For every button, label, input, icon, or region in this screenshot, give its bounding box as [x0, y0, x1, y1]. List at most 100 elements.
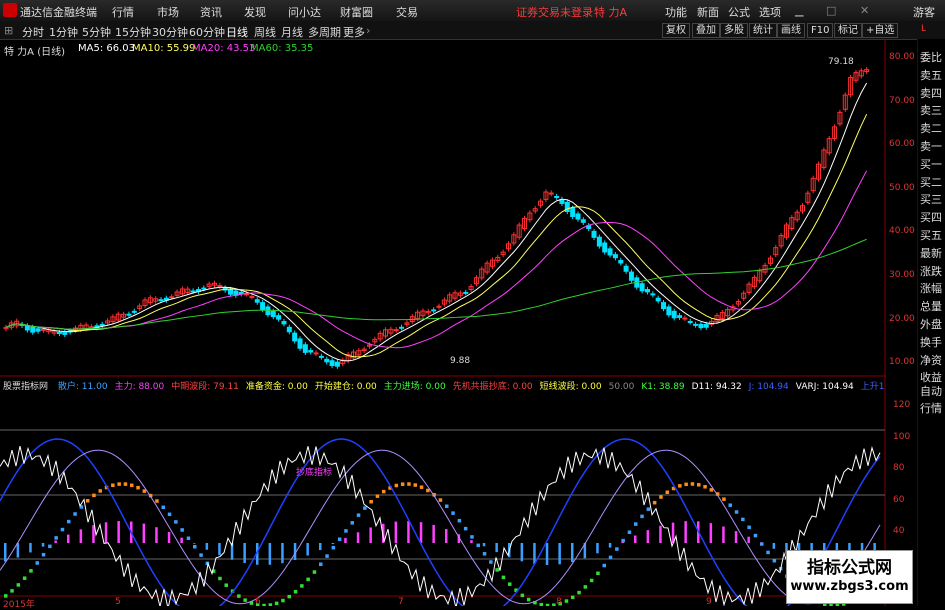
quote-field-label[interactable]: 卖二 — [920, 122, 944, 135]
quote-field-label[interactable]: 涨跌 — [920, 265, 944, 278]
quote-field-label[interactable]: 买二 — [920, 176, 944, 189]
candle-body — [571, 208, 575, 216]
guest-label[interactable]: 游客 — [913, 4, 935, 20]
indicator-dot — [741, 518, 745, 522]
quote-field-label[interactable]: 买一 — [920, 158, 944, 171]
period-5min[interactable]: 5分钟 — [82, 24, 111, 40]
indicator-dot — [628, 530, 632, 534]
auto-quote-toggle[interactable]: 行情 — [920, 402, 944, 415]
btn-biaoji[interactable]: 标记 — [834, 23, 862, 38]
btn-huaxian[interactable]: 画线 — [777, 23, 805, 38]
indicator-dot — [684, 483, 688, 487]
candle-body — [261, 303, 265, 310]
candle-body — [36, 329, 40, 331]
btn-diejia[interactable]: 叠加 — [692, 23, 720, 38]
quote-field-label[interactable]: 收益 — [920, 371, 944, 384]
menu-gongneng[interactable]: 功能 — [665, 4, 687, 20]
quote-field-label[interactable]: 卖五 — [920, 69, 944, 82]
indicator-bar — [470, 540, 473, 543]
period-multi[interactable]: 多周期 — [308, 24, 341, 40]
date-tick-label: 8 — [556, 597, 562, 607]
period-more[interactable]: 更多 — [343, 24, 365, 40]
menu-shichang[interactable]: 市场 — [157, 4, 179, 20]
candle-body — [271, 311, 275, 316]
period-1min[interactable]: 1分钟 — [49, 24, 78, 40]
level-icon[interactable]: L — [921, 24, 926, 34]
menu-gongshi[interactable]: 公式 — [728, 4, 750, 20]
chevron-right-icon[interactable]: › — [366, 24, 370, 37]
candle-body — [282, 321, 286, 323]
period-weekly[interactable]: 周线 — [254, 24, 276, 40]
candle-body — [298, 339, 302, 348]
auto-quote-toggle[interactable]: 自动 — [920, 385, 944, 398]
indicator-bar — [747, 537, 750, 543]
menu-zixun[interactable]: 资讯 — [200, 4, 222, 20]
quote-field-label[interactable]: 换手 — [920, 336, 944, 349]
btn-tongji[interactable]: 统计 — [749, 23, 777, 38]
quote-field-label[interactable]: 委比 — [920, 51, 944, 64]
indicator-dot — [546, 604, 550, 606]
btn-duogu[interactable]: 多股 — [720, 23, 748, 38]
candle-body — [325, 359, 329, 362]
login-status[interactable]: 证券交易未登录 — [516, 4, 593, 20]
indicator-dot — [766, 551, 770, 555]
btn-zixuan[interactable]: +自选 — [862, 23, 898, 38]
menu-xuanxiang[interactable]: 选项 — [759, 4, 781, 20]
menu-caifuquan[interactable]: 财富圈 — [340, 4, 373, 20]
quote-field-label[interactable]: 卖三 — [920, 104, 944, 117]
minimize-icon[interactable]: ▁ — [795, 4, 803, 17]
indicator-bar — [67, 535, 70, 543]
high-price-label: 79.18 — [828, 57, 854, 67]
indicator-dot — [401, 482, 405, 486]
quote-field-label[interactable]: 涨幅 — [920, 282, 944, 295]
indicator-dot — [344, 529, 348, 533]
menu-xinmian[interactable]: 新面 — [697, 4, 719, 20]
indicator-dot — [193, 545, 197, 549]
menu-jiaoyi[interactable]: 交易 — [396, 4, 418, 20]
indicator-dot — [117, 482, 121, 486]
maximize-icon[interactable]: □ — [826, 4, 836, 17]
kline-chart[interactable] — [0, 39, 886, 606]
indicator-dot — [609, 556, 613, 560]
indicator-tick-label: 80 — [893, 463, 904, 473]
quote-field-label[interactable]: 买四 — [920, 211, 944, 224]
quote-field-label[interactable]: 卖一 — [920, 140, 944, 153]
price-tick-label: 40.00 — [889, 226, 915, 236]
menu-wenxiaoda[interactable]: 问小达 — [288, 4, 321, 20]
toolbar-menu-icon[interactable]: ⊞ — [4, 24, 13, 37]
indicator-dot — [243, 598, 247, 602]
quote-field-label[interactable]: 净资 — [920, 354, 944, 367]
quote-field-label[interactable]: 外盘 — [920, 318, 944, 331]
quote-field-label[interactable]: 总量 — [920, 300, 944, 313]
indicator-legend-item: 中期波段: 79.11 — [171, 382, 239, 392]
indicator-dot — [470, 535, 474, 539]
indicator-bar — [672, 523, 675, 543]
indicator-dot — [653, 501, 657, 505]
period-60min[interactable]: 60分钟 — [189, 24, 225, 40]
candle-body — [293, 333, 297, 341]
price-tick-label: 30.00 — [889, 270, 915, 280]
menu-hangqing[interactable]: 行情 — [112, 4, 134, 20]
period-daily[interactable]: 日线 — [226, 24, 248, 40]
period-30min[interactable]: 30分钟 — [152, 24, 188, 40]
indicator-dot — [590, 579, 594, 583]
period-fenshi[interactable]: 分时 — [22, 24, 44, 40]
menu-faxian[interactable]: 发现 — [244, 4, 266, 20]
btn-fuquan[interactable]: 复权 — [662, 23, 690, 38]
ma5-line — [6, 83, 867, 361]
quote-field-label[interactable]: 最新 — [920, 247, 944, 260]
quote-field-label[interactable]: 买五 — [920, 229, 944, 242]
period-monthly[interactable]: 月线 — [281, 24, 303, 40]
quote-field-label[interactable]: 卖四 — [920, 87, 944, 100]
indicator-dot — [451, 511, 455, 515]
indicator-dot — [615, 547, 619, 551]
period-toolbar: ⊞ 分时 1分钟 5分钟 15分钟 30分钟 60分钟 日线 周线 月线 多周期… — [0, 21, 945, 40]
indicator-bar — [306, 543, 309, 556]
quote-field-label[interactable]: 买三 — [920, 193, 944, 206]
period-15min[interactable]: 15分钟 — [115, 24, 151, 40]
close-icon[interactable]: ✕ — [860, 4, 869, 17]
btn-f10[interactable]: F10 — [807, 23, 833, 38]
indicator-dot — [237, 594, 241, 598]
indicator-dot — [187, 537, 191, 541]
indicator-bar — [206, 543, 209, 550]
